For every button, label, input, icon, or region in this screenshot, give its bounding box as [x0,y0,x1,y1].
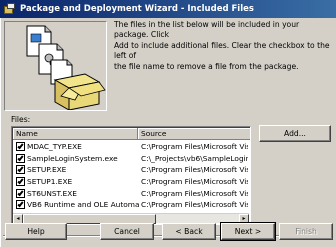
window-title: Package and Deployment Wizard - Included… [20,4,254,14]
file-name: SETUP.EXE [27,165,67,175]
wizard-window: The files in the list below will be incl… [0,18,336,247]
files-label: Files: [11,115,31,124]
listview-header: Name Source [13,128,250,140]
file-row[interactable]: VB6 Runtime and OLE Automation C:\Progra… [13,199,250,211]
file-name: MDAC_TYP.EXE [27,142,82,152]
files-listview[interactable]: Name Source MDAC_TYP.EXE C:\Program File… [11,126,251,225]
include-checkbox[interactable] [16,188,25,198]
file-name: VB6 Runtime and OLE Automation [27,200,139,210]
file-source: C:\Program Files\Microsoft Visu [141,188,248,198]
file-rows: MDAC_TYP.EXE C:\Program Files\Microsoft … [13,141,250,211]
checkmark-icon [17,143,24,150]
file-row[interactable]: SETUP.EXE C:\Program Files\Microsoft Vis… [13,164,250,176]
file-source: C:\Program Files\Microsoft Visu [141,142,248,152]
add-file-button[interactable]: Add... [259,125,331,142]
package-wizard-icon [3,2,16,16]
column-header-name[interactable]: Name [13,128,138,140]
help-button[interactable]: Help [5,223,67,240]
package-files-illustration-icon [5,22,106,110]
file-name: SampleLoginSystem.exe [27,153,118,163]
include-checkbox[interactable] [16,177,25,187]
column-header-source[interactable]: Source [138,128,250,140]
title-bar: Package and Deployment Wizard - Included… [0,0,336,18]
include-checkbox[interactable] [16,153,25,163]
finish-button: Finish [279,223,333,240]
horizontal-scrollbar[interactable]: ◂ ▸ [13,213,249,224]
cancel-button[interactable]: Cancel [100,223,154,240]
file-row[interactable]: ST6UNST.EXE C:\Program Files\Microsoft V… [13,187,250,199]
checkmark-icon [17,189,24,196]
file-row[interactable]: SETUP1.EXE C:\Program Files\Microsoft Vi… [13,176,250,188]
include-checkbox[interactable] [16,165,25,175]
back-button[interactable]: < Back [162,223,216,240]
wizard-illustration [4,21,107,111]
include-checkbox[interactable] [16,200,25,210]
file-source: C:\_Projects\vb6\SampleLogin [141,153,248,163]
file-row[interactable]: MDAC_TYP.EXE C:\Program Files\Microsoft … [13,141,250,153]
file-name: ST6UNST.EXE [27,188,77,198]
checkmark-icon [17,166,24,173]
include-checkbox[interactable] [16,142,25,152]
checkmark-icon [17,154,24,162]
file-source: C:\Program Files\Microsoft Visu [141,200,248,210]
file-source: C:\Program Files\Microsoft Visu [141,177,248,187]
intro-description: The files in the list below will be incl… [114,20,330,71]
checkmark-icon [17,177,24,185]
file-name: SETUP1.EXE [27,177,73,187]
file-source: C:\Program Files\Microsoft Visu [141,165,248,175]
checkmark-icon [17,201,24,208]
file-row[interactable]: SampleLoginSystem.exe C:\_Projects\vb6\S… [13,153,250,165]
next-button[interactable]: Next > [220,222,276,241]
